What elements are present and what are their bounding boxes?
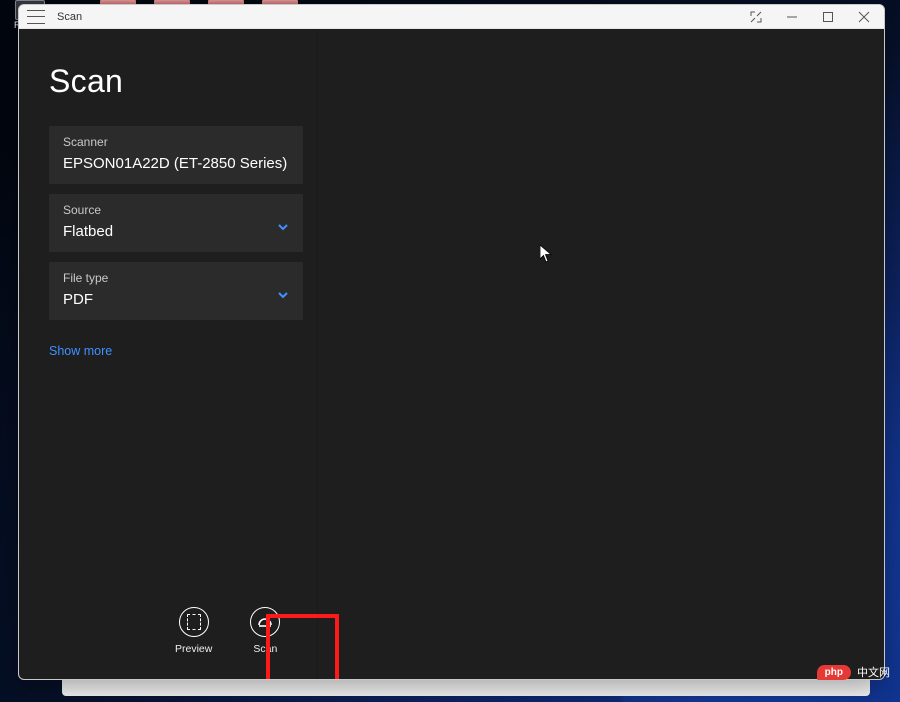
scan-button[interactable]: Scan [250,607,280,655]
chevron-down-icon [277,220,289,238]
scanner-field[interactable]: Scanner EPSON01A22D (ET-2850 Series) [49,126,303,184]
scanner-value: EPSON01A22D (ET-2850 Series) [63,155,289,172]
source-dropdown[interactable]: Source Flatbed [49,194,303,252]
preview-pane [317,29,884,679]
mouse-cursor-icon [540,245,552,268]
window-title: Scan [57,11,82,23]
source-value: Flatbed [63,223,289,240]
preview-label: Preview [175,643,212,655]
watermark-badge: php [817,665,851,680]
fullscreen-button[interactable] [738,5,774,29]
scanner-label: Scanner [63,135,289,149]
watermark-text: 中文网 [857,664,890,680]
source-label: Source [63,203,289,217]
hamburger-menu-icon[interactable] [27,10,45,24]
filetype-label: File type [63,271,289,285]
filetype-dropdown[interactable]: File type PDF [49,262,303,320]
show-more-link[interactable]: Show more [49,344,303,358]
sidebar: Scan Scanner EPSON01A22D (ET-2850 Series… [19,29,317,679]
close-button[interactable] [846,5,882,29]
minimize-button[interactable] [774,5,810,29]
titlebar: Scan [19,5,884,29]
preview-icon [179,607,209,637]
maximize-button[interactable] [810,5,846,29]
scan-icon [250,607,280,637]
watermark: php 中文网 [817,664,890,680]
page-title: Scan [49,63,303,100]
preview-button[interactable]: Preview [175,607,212,655]
bottom-actions: Preview Scan [49,607,303,667]
client-area: Scan Scanner EPSON01A22D (ET-2850 Series… [19,29,884,679]
scan-app-window: Scan Scan Scanner EPSON01A22D (ET-2850 S… [18,4,885,680]
chevron-down-icon [277,288,289,306]
scan-label: Scan [253,643,277,655]
filetype-value: PDF [63,291,289,308]
